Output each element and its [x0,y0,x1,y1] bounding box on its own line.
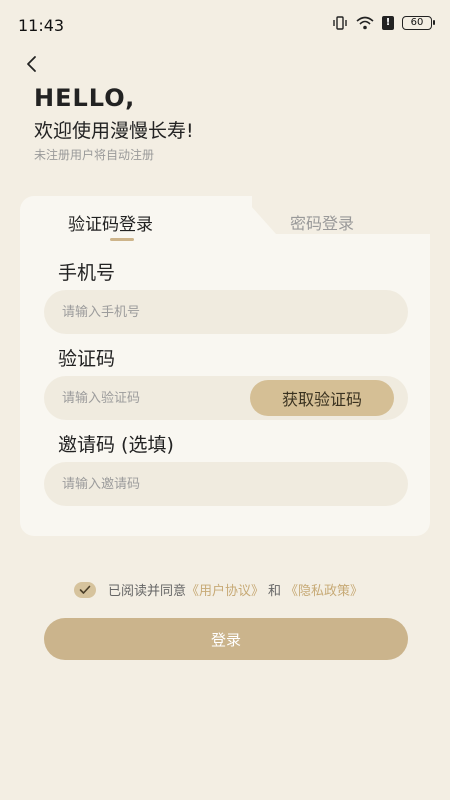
agreement-row: 已阅读并同意 《用户协议》 和 《隐私政策》 [74,580,363,599]
active-tab-indicator [110,238,134,241]
phone-label: 手机号 [58,262,116,284]
agreement-prefix: 已阅读并同意 [108,584,187,599]
phone-input[interactable] [60,303,392,321]
vibrate-icon [333,16,347,30]
invite-input[interactable] [60,475,392,493]
auto-register-hint: 未注册用户将自动注册 [34,148,155,162]
user-agreement-link[interactable]: 《用户协议》 [186,580,264,599]
login-card: 验证码登录 密码登录 手机号 验证码 获取验证码 邀请码 (选填) [20,196,430,536]
invite-field [44,462,408,506]
status-time: 11:43 [18,16,65,35]
chevron-left-icon[interactable] [20,52,44,76]
tab-password-login[interactable]: 密码登录 [290,210,354,234]
status-icons: ! 60 [332,16,435,30]
invite-label: 邀请码 (选填) [58,434,174,456]
privacy-policy-link[interactable]: 《隐私政策》 [285,580,363,599]
wifi-icon [356,16,374,30]
phone-field [44,290,408,334]
login-button[interactable]: 登录 [44,618,408,660]
agreement-and: 和 [268,584,282,599]
alert-icon: ! [382,16,394,30]
check-icon [79,585,91,594]
code-label: 验证码 [58,348,116,370]
code-field: 获取验证码 [44,376,408,420]
code-input[interactable] [60,389,254,407]
hello-heading: HELLO, [34,84,136,112]
status-bar: 11:43 ! 60 [0,0,450,50]
tab-sms-login[interactable]: 验证码登录 [68,210,153,235]
get-code-button[interactable]: 获取验证码 [250,380,394,416]
agreement-checkbox[interactable] [74,581,96,598]
battery-icon: 60 [402,16,435,30]
welcome-text: 欢迎使用漫慢长寿! [34,120,194,142]
